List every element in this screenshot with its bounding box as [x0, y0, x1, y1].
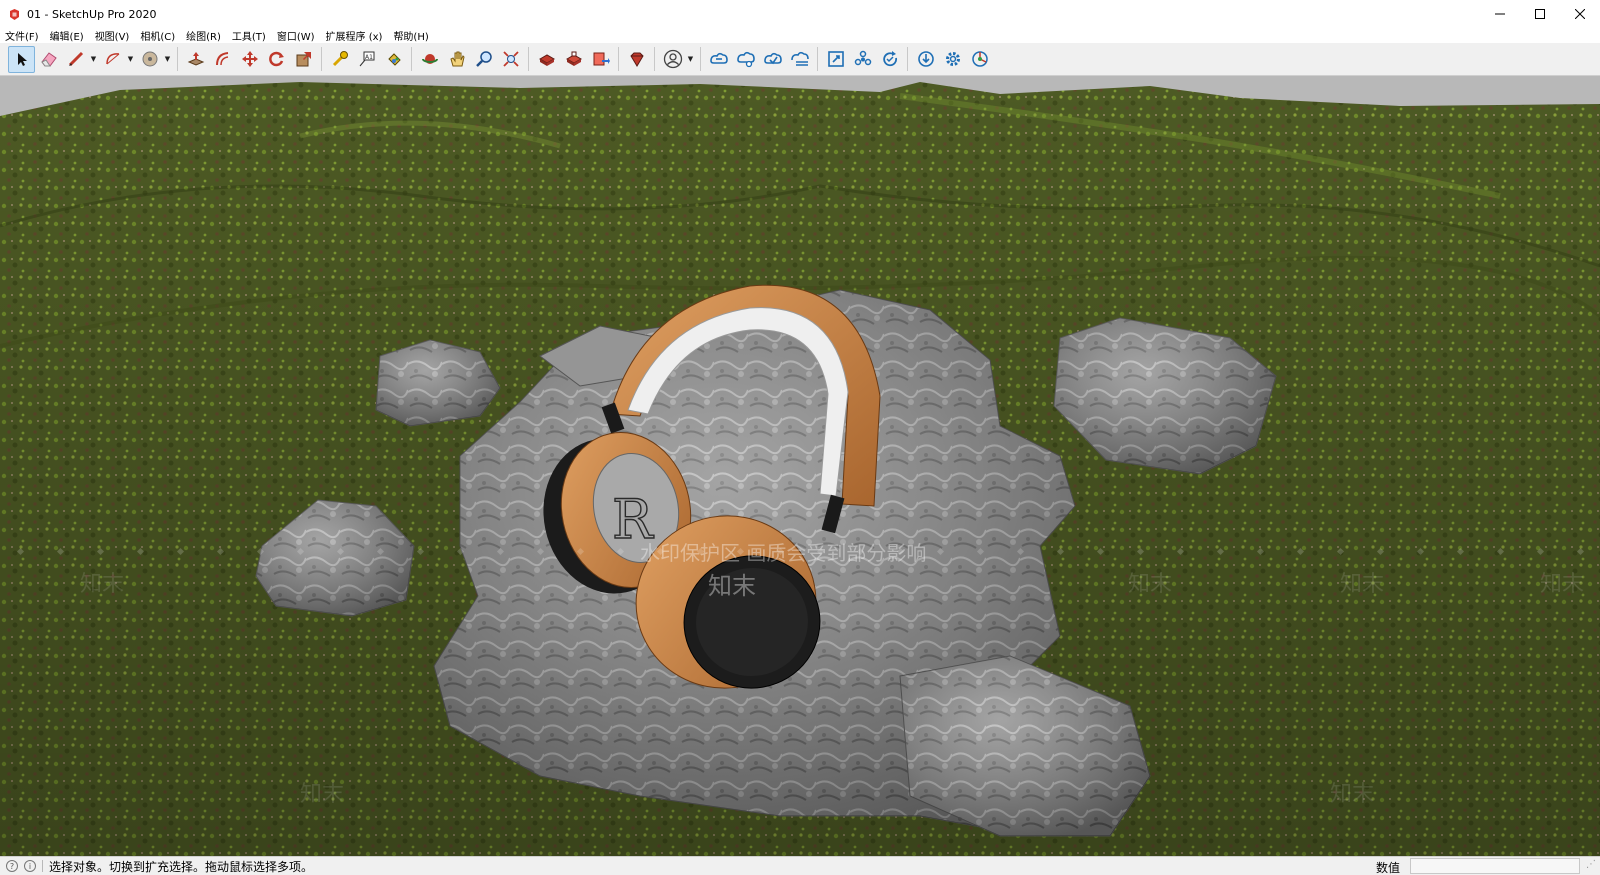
- line-icon[interactable]: [62, 46, 89, 73]
- window-title: 01 - SketchUp Pro 2020: [27, 7, 157, 21]
- zoom-icon[interactable]: [470, 46, 497, 73]
- menu-camera[interactable]: 相机(C): [140, 28, 175, 43]
- status-bar: ? i 选择对象。切换到扩充选择。拖动鼠标选择多项。 数值 ⋰: [0, 856, 1600, 875]
- maximize-icon[interactable]: [1520, 0, 1560, 28]
- cloud-save-icon[interactable]: [786, 46, 813, 73]
- account-dropdown-icon[interactable]: ▼: [686, 46, 695, 73]
- scale-icon[interactable]: [290, 46, 317, 73]
- menu-tools[interactable]: 工具(T): [232, 28, 266, 43]
- arc-icon[interactable]: [99, 46, 126, 73]
- zoom-extents-icon[interactable]: [497, 46, 524, 73]
- fit-window-icon[interactable]: [822, 46, 849, 73]
- menu-draw[interactable]: 绘图(R): [186, 28, 221, 43]
- eraser-icon[interactable]: [35, 46, 62, 73]
- offset-icon[interactable]: [209, 46, 236, 73]
- extension-manager-icon[interactable]: [623, 46, 650, 73]
- main-toolbar: ▼ ▼ ▼ A1 ▼: [0, 43, 1600, 76]
- toolbar-separator: [618, 47, 619, 71]
- paint-bucket-icon[interactable]: [380, 46, 407, 73]
- menu-bar: 文件(F) 编辑(E) 视图(V) 相机(C) 绘图(R) 工具(T) 窗口(W…: [0, 28, 1600, 43]
- rotate-icon[interactable]: [263, 46, 290, 73]
- select-icon[interactable]: [8, 45, 35, 73]
- menu-view[interactable]: 视图(V): [95, 28, 130, 43]
- shapes-dropdown-icon[interactable]: ▼: [163, 46, 172, 73]
- 3d-warehouse-icon[interactable]: [533, 46, 560, 73]
- text-icon[interactable]: A1: [353, 46, 380, 73]
- menu-file[interactable]: 文件(F): [5, 28, 39, 43]
- toolbar-separator: [321, 47, 322, 71]
- title-bar: 01 - SketchUp Pro 2020: [0, 0, 1600, 28]
- orbit-icon[interactable]: [416, 46, 443, 73]
- info-icon[interactable]: i: [24, 860, 36, 872]
- extension-warehouse-icon[interactable]: [560, 46, 587, 73]
- line-dropdown-icon[interactable]: ▼: [89, 46, 98, 73]
- refresh-icon[interactable]: [876, 46, 903, 73]
- settings-icon[interactable]: [939, 46, 966, 73]
- scene-render: R: [0, 76, 1600, 856]
- trimble-share-icon[interactable]: [732, 46, 759, 73]
- component-icon[interactable]: [849, 46, 876, 73]
- plugin-icon[interactable]: [966, 46, 993, 73]
- account-icon[interactable]: [659, 46, 686, 73]
- toolbar-separator: [177, 47, 178, 71]
- toolbar-separator: [700, 47, 701, 71]
- svg-text:A1: A1: [365, 54, 373, 61]
- toolbar-separator: [654, 47, 655, 71]
- trimble-connect-icon[interactable]: [705, 46, 732, 73]
- menu-window[interactable]: 窗口(W): [277, 28, 315, 43]
- measurements-label: 数值: [1376, 861, 1401, 875]
- minimize-icon[interactable]: [1480, 0, 1520, 28]
- cloud-open-icon[interactable]: [759, 46, 786, 73]
- download-icon[interactable]: [912, 46, 939, 73]
- toolbar-separator: [528, 47, 529, 71]
- tape-measure-icon[interactable]: [326, 46, 353, 73]
- toolbar-separator: [411, 47, 412, 71]
- move-icon[interactable]: [236, 46, 263, 73]
- sketchup-logo-icon: [7, 7, 21, 21]
- arc-dropdown-icon[interactable]: ▼: [126, 46, 135, 73]
- menu-help[interactable]: 帮助(H): [393, 28, 428, 43]
- modeling-viewport[interactable]: R 水印保护区 画质会受到部分影响 知末 知末 知末 知末 知末 知末 知末: [0, 76, 1600, 856]
- status-separator: [42, 860, 43, 872]
- toolbar-separator: [907, 47, 908, 71]
- menu-extensions[interactable]: 扩展程序 (x): [326, 28, 383, 43]
- measurements-input[interactable]: [1410, 858, 1580, 874]
- send-to-layout-icon[interactable]: [587, 46, 614, 73]
- resize-grip-icon[interactable]: ⋰: [1586, 859, 1596, 870]
- menu-edit[interactable]: 编辑(E): [50, 28, 84, 43]
- brand-letter: R: [612, 488, 654, 551]
- shapes-icon[interactable]: [136, 46, 163, 73]
- toolbar-separator: [817, 47, 818, 71]
- push-pull-icon[interactable]: [182, 46, 209, 73]
- status-message: 选择对象。切换到扩充选择。拖动鼠标选择多项。: [49, 859, 314, 874]
- pan-icon[interactable]: [443, 46, 470, 73]
- geo-location-icon[interactable]: ?: [6, 860, 18, 872]
- close-icon[interactable]: [1560, 0, 1600, 28]
